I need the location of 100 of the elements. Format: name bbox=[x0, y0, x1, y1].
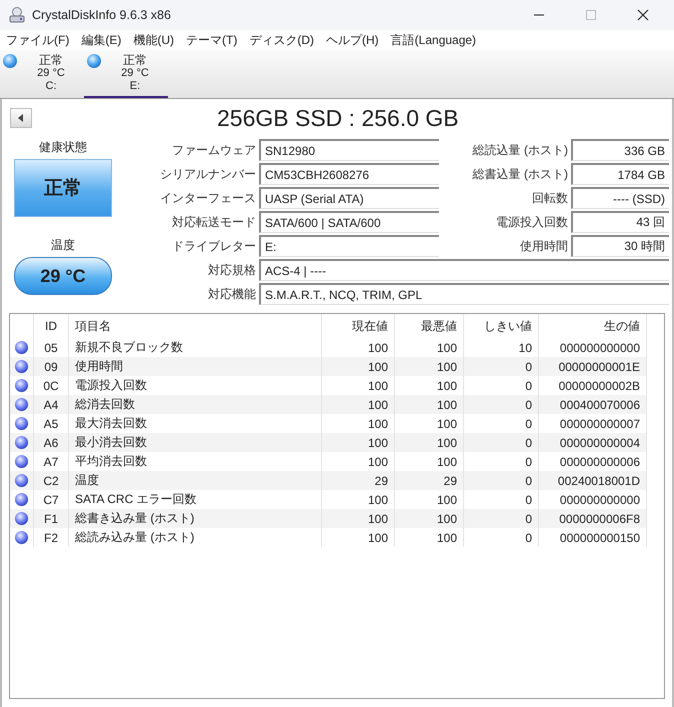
status-dot-icon bbox=[2, 53, 18, 69]
field-value: 1784 GB bbox=[571, 163, 669, 185]
status-dot-icon bbox=[14, 492, 29, 507]
maximize-icon bbox=[585, 9, 597, 21]
field-value: SATA/600 | SATA/600 bbox=[259, 211, 439, 233]
table-cell: 00000000002B bbox=[558, 378, 640, 392]
table-cell: 0 bbox=[525, 492, 532, 506]
column-header[interactable]: 項目名 bbox=[68, 314, 322, 338]
table-cell: 100 bbox=[436, 340, 457, 354]
table-cell: 100 bbox=[368, 530, 388, 544]
table-cell: 0 bbox=[525, 398, 532, 412]
table-cell: 最大消去回数 bbox=[75, 416, 147, 430]
table-cell: 100 bbox=[436, 398, 457, 412]
table-cell: 最小消去回数 bbox=[75, 435, 147, 449]
table-cell: 100 bbox=[368, 398, 388, 412]
table-cell: 00000000001E bbox=[558, 360, 640, 374]
table-cell: 0000000006F8 bbox=[559, 512, 640, 526]
table-cell: 0 bbox=[525, 378, 532, 392]
table-cell: 新規不良ブロック数 bbox=[75, 340, 183, 354]
field-value: ACS-4 | ---- bbox=[259, 259, 669, 281]
table-cell: 100 bbox=[368, 416, 388, 430]
column-header[interactable]: 最悪値 bbox=[394, 314, 464, 338]
field-label: 電源投入回数 bbox=[495, 214, 568, 230]
menu-item[interactable]: 機能(U) bbox=[133, 32, 174, 48]
column-header[interactable]: しきい値 bbox=[464, 314, 538, 338]
table-cell: 29 bbox=[444, 474, 457, 488]
table-cell: 0 bbox=[525, 416, 532, 430]
table-cell: A4 bbox=[44, 398, 58, 412]
health-label: 健康状態 bbox=[39, 139, 87, 156]
table-cell: 000000000004 bbox=[560, 436, 640, 450]
previous-disk-button[interactable] bbox=[10, 108, 32, 128]
table-cell: 10 bbox=[518, 340, 532, 354]
table-cell: 29 bbox=[374, 474, 388, 488]
column-header[interactable]: 現在値 bbox=[322, 314, 394, 338]
disk-tab[interactable]: 正常 29 °C C: bbox=[0, 50, 84, 98]
column-header[interactable]: 生の値 bbox=[538, 314, 646, 338]
field-label: ドライブレター bbox=[171, 238, 256, 254]
menu-item[interactable]: ファイル(F) bbox=[6, 32, 70, 48]
menu-item[interactable]: 編集(E) bbox=[81, 32, 122, 48]
field-label: インターフェース bbox=[159, 190, 256, 206]
field-label: 対応機能 bbox=[207, 286, 256, 302]
table-cell: 100 bbox=[436, 436, 457, 450]
field-value: CM53CBH2608276 bbox=[259, 163, 439, 185]
table-cell: 使用時間 bbox=[75, 359, 123, 373]
status-dot-icon bbox=[86, 53, 102, 69]
table-cell: 0C bbox=[43, 378, 59, 392]
table-cell: 100 bbox=[436, 530, 457, 544]
field-label: 総読込量 (ホスト) bbox=[472, 142, 568, 158]
table-cell: 0 bbox=[525, 454, 532, 468]
field-value: UASP (Serial ATA) bbox=[259, 187, 439, 209]
menu-item[interactable]: テーマ(T) bbox=[186, 32, 238, 48]
table-cell: 総読み込み量 (ホスト) bbox=[75, 530, 194, 544]
field-label: 対応転送モード bbox=[171, 214, 256, 230]
table-cell: SATA CRC エラー回数 bbox=[75, 492, 197, 506]
field-label: ファームウェア bbox=[171, 142, 256, 158]
menu-item[interactable]: 言語(Language) bbox=[390, 32, 476, 48]
table-cell: 000000000006 bbox=[560, 454, 640, 468]
status-dot-icon bbox=[14, 435, 29, 450]
table-cell: 000000000007 bbox=[560, 416, 640, 430]
table-cell: 0 bbox=[525, 474, 532, 488]
menu-item[interactable]: ヘルプ(H) bbox=[326, 32, 379, 48]
table-cell: F2 bbox=[44, 530, 58, 544]
table-cell: 0 bbox=[525, 512, 532, 526]
table-cell: 温度 bbox=[75, 473, 99, 487]
table-cell: 0 bbox=[525, 360, 532, 374]
table-cell: 100 bbox=[368, 454, 388, 468]
table-cell: 000000000000 bbox=[560, 340, 640, 354]
table-cell: 100 bbox=[436, 378, 457, 392]
status-dot-icon bbox=[14, 454, 29, 469]
table-cell: 0 bbox=[525, 436, 532, 450]
field-label: 回転数 bbox=[531, 190, 568, 206]
close-icon[interactable] bbox=[637, 9, 649, 21]
disk-tab[interactable]: 正常 29 °C E: bbox=[84, 50, 168, 98]
column-header[interactable]: ID bbox=[34, 314, 68, 338]
field-value: 30 時間 bbox=[571, 235, 669, 257]
disk-title: 256GB SSD : 256.0 GB bbox=[217, 104, 459, 132]
left-triangle-icon bbox=[16, 113, 26, 123]
field-value: S.M.A.R.T., NCQ, TRIM, GPL bbox=[259, 283, 669, 305]
table-cell: A6 bbox=[44, 436, 58, 450]
table-cell: 100 bbox=[368, 360, 388, 374]
table-cell: 平均消去回数 bbox=[75, 454, 147, 468]
table-cell: C7 bbox=[43, 492, 59, 506]
window-title: CrystalDiskInfo 9.6.3 x86 bbox=[32, 8, 171, 22]
table-cell: 100 bbox=[436, 454, 457, 468]
table-cell: C2 bbox=[43, 474, 59, 488]
status-dot-icon bbox=[14, 359, 29, 374]
field-label: 使用時間 bbox=[519, 238, 568, 254]
table-cell: 100 bbox=[436, 416, 457, 430]
status-dot-icon bbox=[14, 416, 29, 431]
menu-item[interactable]: ディスク(D) bbox=[249, 32, 314, 48]
health-status-badge[interactable]: 正常 bbox=[14, 159, 112, 217]
table-cell: 000400070006 bbox=[560, 398, 640, 412]
status-dot-icon bbox=[14, 530, 29, 545]
field-value: 43 回 bbox=[571, 211, 669, 233]
table-cell: 100 bbox=[368, 340, 388, 354]
field-value: E: bbox=[259, 235, 439, 257]
status-dot-icon bbox=[14, 511, 29, 526]
table-cell: 電源投入回数 bbox=[75, 378, 147, 392]
table-cell: 000000000150 bbox=[560, 530, 640, 544]
field-value: SN12980 bbox=[259, 139, 439, 161]
